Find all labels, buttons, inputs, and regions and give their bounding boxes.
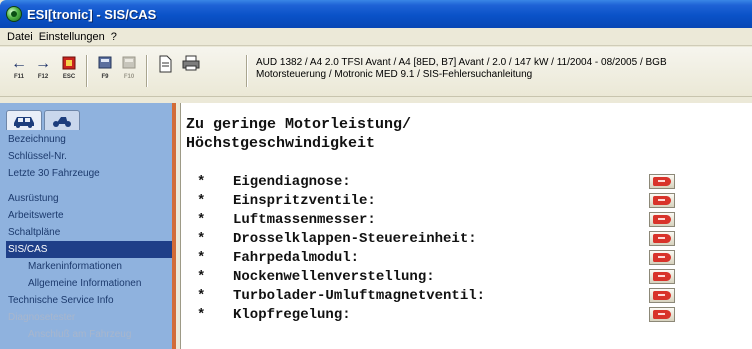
toolbar-separator <box>246 55 248 87</box>
bullet-star: * <box>197 192 206 209</box>
bullet-star: * <box>197 306 206 323</box>
sidebar-nav: Bezeichnung Schlüssel-Nr. Letzte 30 Fahr… <box>6 131 172 343</box>
toolbar-separator <box>86 55 88 87</box>
go-arrow-icon <box>653 215 671 224</box>
toolbar-separator <box>146 55 148 87</box>
menu-einstellungen[interactable]: Einstellungen <box>36 31 108 43</box>
window-title: ESI[tronic] - SIS/CAS <box>27 6 157 22</box>
f10-button[interactable]: F10 <box>118 55 140 85</box>
check-list: * Eigendiagnose: * Einspritzventile: * L… <box>197 172 737 324</box>
open-nockenwellenverstellung-button[interactable] <box>649 269 675 284</box>
sidebar: Bezeichnung Schlüssel-Nr. Letzte 30 Fahr… <box>0 103 176 349</box>
check-label: Klopfregelung: <box>233 306 351 323</box>
menu-help[interactable]: ? <box>108 31 120 43</box>
check-row: * Einspritzventile: <box>197 191 737 210</box>
car-icon <box>14 116 34 128</box>
printer-icon <box>180 55 202 73</box>
toolbar: ← F11 → F12 ESC F9 F10 AUD 1382 / A4 2.0… <box>0 47 752 97</box>
open-drosselklappen-button[interactable] <box>649 231 675 246</box>
sidebar-item-arbeitswerte[interactable]: Arbeitswerte <box>6 207 172 224</box>
check-row: * Klopfregelung: <box>197 305 737 324</box>
open-fahrpedalmodul-button[interactable] <box>649 250 675 265</box>
print-button[interactable] <box>180 55 202 85</box>
bullet-star: * <box>197 249 206 266</box>
check-label: Fahrpedalmodul: <box>233 249 360 266</box>
go-arrow-icon <box>653 310 671 319</box>
content-pane: Zu geringe Motorleistung/ Höchstgeschwin… <box>180 103 752 349</box>
f9-key-label: F9 <box>101 74 109 80</box>
forward-button[interactable]: → F12 <box>32 55 54 85</box>
sidebar-divider <box>6 182 172 190</box>
bullet-star: * <box>197 287 206 304</box>
check-row: * Luftmassenmesser: <box>197 210 737 229</box>
go-arrow-icon <box>653 253 671 262</box>
back-key-label: F11 <box>13 74 24 80</box>
sidebar-item-schaltplaene[interactable]: Schaltpläne <box>6 224 172 241</box>
vehicle-line-1: AUD 1382 / A4 2.0 TFSI Avant / A4 [8ED, … <box>256 57 667 68</box>
check-row: * Nockenwellenverstellung: <box>197 267 737 286</box>
check-row: * Turbolader-Umluftmagnetventil: <box>197 286 737 305</box>
vehicle-info: AUD 1382 / A4 2.0 TFSI Avant / A4 [8ED, … <box>256 57 752 81</box>
check-label: Einspritzventile: <box>233 192 376 209</box>
sidebar-item-bezeichnung[interactable]: Bezeichnung <box>6 131 172 148</box>
screen-f9-icon <box>94 55 116 73</box>
go-arrow-icon <box>653 196 671 205</box>
app-logo-icon <box>6 6 22 22</box>
open-einspritzventile-button[interactable] <box>649 193 675 208</box>
bullet-star: * <box>197 230 206 247</box>
exit-key-label: ESC <box>62 74 76 80</box>
check-label: Eigendiagnose: <box>233 173 351 190</box>
go-arrow-icon <box>653 272 671 281</box>
exit-button[interactable]: ESC <box>58 55 80 85</box>
open-turbolader-button[interactable] <box>649 288 675 303</box>
motorcycle-icon <box>53 116 71 127</box>
sidebar-item-sis-cas[interactable]: SIS/CAS <box>6 241 172 258</box>
arrow-right-icon: → <box>35 55 51 72</box>
open-eigendiagnose-button[interactable] <box>649 174 675 189</box>
go-arrow-icon <box>653 177 671 186</box>
page-title: Zu geringe Motorleistung/ Höchstgeschwin… <box>186 115 411 153</box>
check-row: * Drosselklappen-Steuereinheit: <box>197 229 737 248</box>
open-klopfregelung-button[interactable] <box>649 307 675 322</box>
title-bar: ESI[tronic] - SIS/CAS <box>0 0 752 28</box>
tab-car[interactable] <box>6 110 42 130</box>
sidebar-tabs <box>6 110 170 130</box>
forward-key-label: F12 <box>37 74 49 80</box>
menu-bar: Datei Einstellungen ? <box>0 28 752 46</box>
sidebar-item-diagnosetester: Diagnosetester <box>8 312 76 323</box>
page-title-line-1: Zu geringe Motorleistung/ <box>186 116 412 133</box>
check-label: Nockenwellenverstellung: <box>233 268 435 285</box>
menu-datei[interactable]: Datei <box>4 31 36 43</box>
sidebar-item-allgemeine-informationen[interactable]: Allgemeine Informationen <box>6 275 172 292</box>
sidebar-item-ausruestung[interactable]: Ausrüstung <box>6 190 172 207</box>
tab-motorcycle[interactable] <box>44 110 80 130</box>
document-button[interactable] <box>154 55 176 85</box>
sidebar-item-letzte-fahrzeuge[interactable]: Letzte 30 Fahrzeuge <box>6 165 172 182</box>
sidebar-item-schluessel-nr[interactable]: Schlüssel-Nr. <box>6 148 172 165</box>
page-title-line-2: Höchstgeschwindigkeit <box>186 135 376 152</box>
check-label: Drosselklappen-Steuereinheit: <box>233 230 477 247</box>
sidebar-item-technische-service-info[interactable]: Technische Service Info <box>6 292 172 309</box>
go-arrow-icon <box>653 234 671 243</box>
sidebar-item-markeninformationen[interactable]: Markeninformationen <box>6 258 172 275</box>
open-luftmassenmesser-button[interactable] <box>649 212 675 227</box>
check-label: Turbolader-Umluftmagnetventil: <box>233 287 486 304</box>
check-row: * Eigendiagnose: <box>197 172 737 191</box>
f9-button[interactable]: F9 <box>94 55 116 85</box>
sidebar-item-anschluss-am-fahrzeug: Anschluß am Fahrzeug <box>28 329 132 340</box>
document-icon <box>154 55 176 73</box>
bullet-star: * <box>197 173 206 190</box>
f10-key-label: F10 <box>123 74 135 80</box>
bullet-star: * <box>197 268 206 285</box>
back-button[interactable]: ← F11 <box>8 55 30 85</box>
check-label: Luftmassenmesser: <box>233 211 376 228</box>
vehicle-line-2: Motorsteuerung / Motronic MED 9.1 / SIS-… <box>256 69 533 80</box>
bullet-star: * <box>197 211 206 228</box>
exit-icon <box>58 55 80 73</box>
go-arrow-icon <box>653 291 671 300</box>
screen-f10-icon <box>118 55 140 73</box>
check-row: * Fahrpedalmodul: <box>197 248 737 267</box>
arrow-left-icon: ← <box>11 55 27 72</box>
